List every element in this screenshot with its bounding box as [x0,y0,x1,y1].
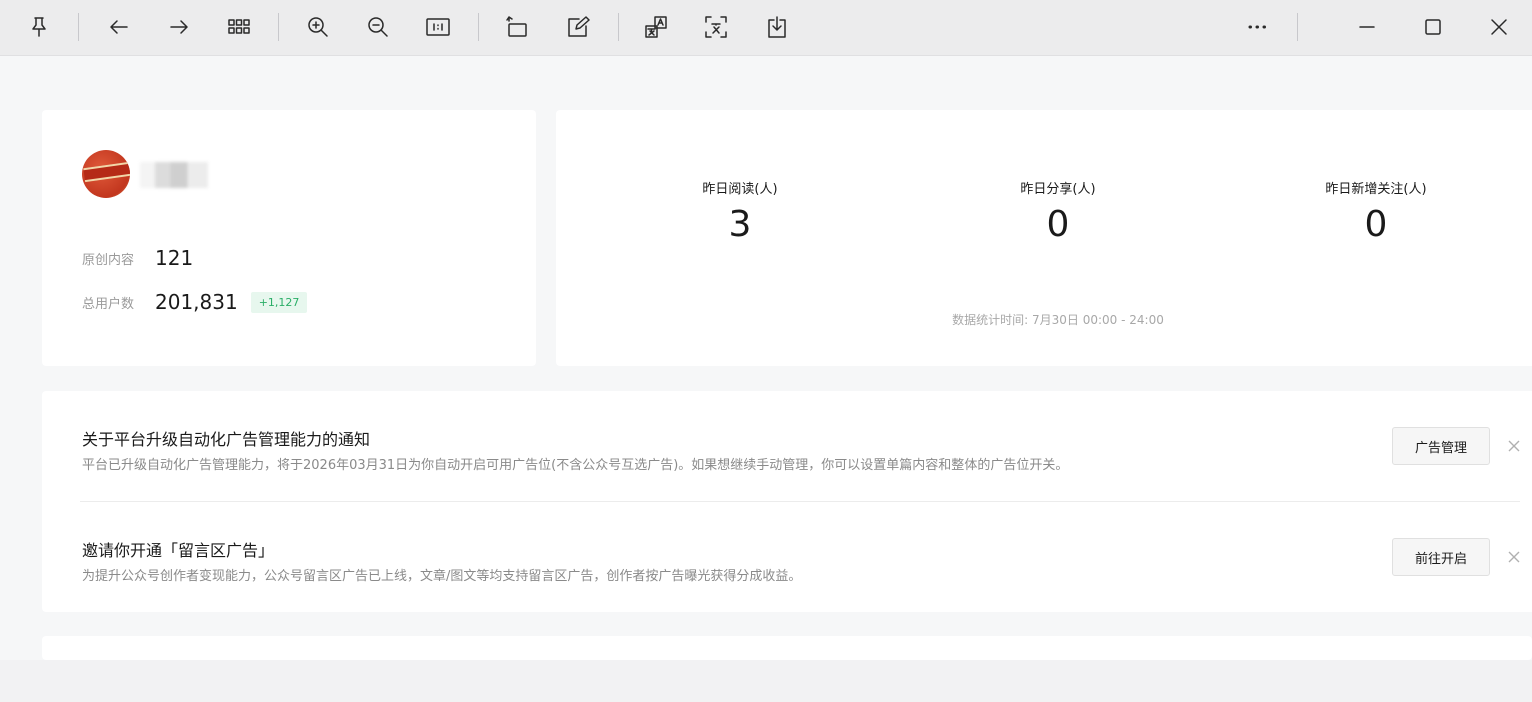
main-content: 原创内容 121 总用户数 201,831 +1,127 昨日阅读(人) 3 昨… [0,57,1532,702]
edit-button[interactable] [560,10,596,44]
metric-label: 昨日阅读(人) [702,182,778,197]
grid-icon [228,19,250,34]
toolbar-divider [618,13,619,41]
toolbar-divider [478,13,479,41]
metric-value: 3 [728,204,752,245]
go-enable-button[interactable]: 前往开启 [1392,538,1490,576]
more-button[interactable] [1239,10,1275,44]
rotate-icon [506,16,527,37]
toolbar-divider [278,13,279,41]
metric-label: 昨日分享(人) [1020,182,1096,197]
minimize-icon [1359,26,1375,28]
account-profile-card: 原创内容 121 总用户数 201,831 +1,127 [42,110,536,366]
notice-card: 关于平台升级自动化广告管理能力的通知 平台已升级自动化广告管理能力，将于2026… [42,391,1532,612]
total-users-value: 201,831 [155,290,238,314]
ad-management-button[interactable]: 广告管理 [1392,427,1490,465]
close-button[interactable] [1481,10,1517,44]
notice-item: 邀请你开通「留言区广告」 为提升公众号创作者变现能力，公众号留言区广告已上线，文… [82,537,1512,584]
close-icon [1508,551,1520,563]
notice-title: 关于平台升级自动化广告管理能力的通知 [82,430,371,449]
extract-text-icon [705,16,727,38]
maximize-button[interactable] [1415,10,1451,44]
translate-button[interactable] [638,10,674,44]
close-icon [1508,440,1520,452]
next-section-card [42,636,1532,660]
metric-shares: 昨日分享(人) 0 [948,178,1168,245]
zoom-in-button[interactable] [300,10,336,44]
toolbar-divider [1297,13,1298,41]
maximize-icon [1425,19,1441,35]
arrow-left-icon [110,20,128,34]
dismiss-notice-button[interactable] [1506,438,1522,454]
users-delta-badge: +1,127 [250,291,308,313]
zoom-out-button[interactable] [360,10,396,44]
zoom-out-icon [368,17,388,37]
download-icon [768,16,786,38]
window-bottom-strip [0,660,1532,702]
notice-description: 为提升公众号创作者变现能力，公众号留言区广告已上线，文章/图文等均支持留言区广告… [82,569,802,584]
close-icon [1491,19,1507,35]
metric-new-followers: 昨日新增关注(人) 0 [1266,178,1486,245]
yesterday-metrics-card: 昨日阅读(人) 3 昨日分享(人) 0 昨日新增关注(人) 0 数据统计时间: … [556,110,1532,366]
notice-divider [80,501,1520,502]
translate-icon [645,16,667,38]
viewer-toolbar [0,0,1532,56]
original-content-value: 121 [155,246,194,270]
rotate-button[interactable] [499,10,535,44]
more-icon [1248,25,1266,29]
forward-button[interactable] [161,10,197,44]
metric-label: 昨日新增关注(人) [1325,182,1427,197]
actual-size-icon [426,18,450,36]
notice-item: 关于平台升级自动化广告管理能力的通知 平台已升级自动化广告管理能力，将于2026… [82,426,1512,473]
account-name-redacted [140,162,208,188]
actual-size-button[interactable] [420,10,456,44]
toolbar-divider [78,13,79,41]
dismiss-notice-button[interactable] [1506,549,1522,565]
notice-description: 平台已升级自动化广告管理能力，将于2026年03月31日为你自动开启可用广告位(… [82,458,1069,473]
metric-value: 0 [1364,204,1388,245]
total-users-stat: 总用户数 201,831 +1,127 [82,290,308,314]
total-users-label: 总用户数 [82,296,135,312]
arrow-right-icon [170,20,188,34]
metric-reads: 昨日阅读(人) 3 [630,178,850,245]
extract-text-button[interactable] [698,10,734,44]
avatar[interactable] [82,150,130,198]
original-content-stat: 原创内容 121 [82,246,193,270]
back-button[interactable] [101,10,137,44]
stats-time-footnote: 数据统计时间: 7月30日 00:00 - 24:00 [952,313,1164,327]
metric-value: 0 [1046,204,1070,245]
minimize-button[interactable] [1349,10,1385,44]
original-content-label: 原创内容 [82,252,135,268]
save-button[interactable] [759,10,795,44]
edit-icon [568,16,590,37]
grid-view-button[interactable] [221,10,257,44]
pin-button[interactable] [21,10,57,44]
notice-title: 邀请你开通「留言区广告」 [82,541,275,560]
pin-icon [32,17,46,37]
zoom-in-icon [308,17,328,37]
